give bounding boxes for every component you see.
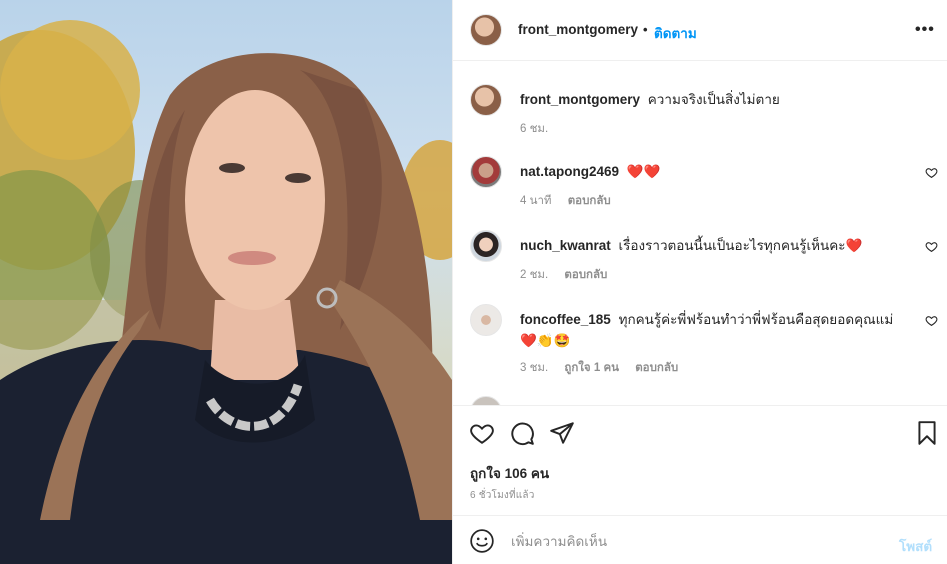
avatar[interactable] [470, 304, 502, 336]
comment-meta: 4 นาที ตอบกลับ [520, 192, 624, 210]
add-comment-bar: โพสต์ [453, 515, 947, 564]
more-options-icon[interactable]: ••• [915, 21, 935, 39]
like-comment-heart-icon[interactable] [925, 240, 938, 253]
caption-body: ความจริงเป็นสิ่งไม่ตาย [647, 92, 780, 107]
comment-meta: 3 ชม. ถูกใจ 1 คน ตอบกลับ [520, 359, 691, 377]
likes-count[interactable]: ถูกใจ 106 คน [470, 462, 549, 484]
like-heart-icon[interactable] [469, 420, 495, 446]
comment-text: nuch_kwanrat เรื่องราวตอนนี้นเป็นอะไรทุก… [520, 235, 910, 256]
like-comment-heart-icon[interactable] [925, 314, 938, 327]
caption-meta: 6 ชม. [520, 120, 561, 138]
comment-body: เรื่องราวตอนนี้นเป็นอะไรทุกคนรู้เห็นคะ❤️ [618, 238, 863, 253]
emoji-icon[interactable] [469, 528, 495, 554]
comment-username[interactable]: foncoffee_185 [520, 312, 611, 327]
comment-username[interactable]: nat.tapong2469 [520, 164, 619, 179]
comment-body: ❤️❤️ [626, 164, 661, 179]
comment-time: 4 นาที [520, 195, 552, 207]
reply-button[interactable]: ตอบกลับ [564, 269, 607, 281]
post-photo[interactable] [0, 0, 452, 564]
comment-likes-count[interactable]: ถูกใจ 1 คน [564, 362, 619, 374]
avatar[interactable] [470, 156, 502, 188]
comment-text: nat.tapong2469 ❤️❤️ [520, 161, 910, 182]
caption-text: front_montgomery ความจริงเป็นสิ่งไม่ตาย [520, 89, 910, 110]
action-bar: ถูกใจ 106 คน 6 ชั่วโมงที่แล้ว [453, 405, 947, 515]
reply-button[interactable]: ตอบกลับ [568, 195, 611, 207]
comment-text: foncoffee_185 ทุกคนรู้ค่ะพี่ฟร้อนทำว่าพี… [520, 309, 910, 351]
photo-illustration [0, 20, 452, 564]
like-comment-heart-icon[interactable] [925, 166, 938, 179]
follow-button[interactable]: ติดตาม [654, 22, 697, 44]
comment-time: 2 ชม. [520, 269, 549, 281]
post-comment-button[interactable]: โพสต์ [899, 535, 932, 557]
comment-time: 3 ชม. [520, 362, 549, 374]
avatar[interactable] [470, 84, 502, 116]
post-header: front_montgomery • ติดตาม ••• [453, 0, 947, 61]
share-paper-plane-icon[interactable] [549, 420, 575, 446]
post-time: 6 ชั่วโมงที่แล้ว [470, 490, 535, 501]
author-username[interactable]: front_montgomery [518, 22, 638, 37]
comment-username[interactable]: nuch_kwanrat [520, 238, 611, 253]
save-bookmark-icon[interactable] [914, 420, 940, 446]
avatar[interactable] [470, 230, 502, 262]
avatar[interactable] [470, 396, 502, 405]
separator-dot: • [643, 22, 648, 37]
avatar[interactable] [470, 14, 502, 46]
comment-bubble-icon[interactable] [509, 420, 535, 446]
comment-input[interactable] [509, 528, 883, 554]
post-detail-panel: front_montgomery • ติดตาม ••• front_mont… [452, 0, 947, 564]
caption-username[interactable]: front_montgomery [520, 92, 640, 107]
caption-time: 6 ชม. [520, 123, 549, 135]
comment-meta: 2 ชม. ตอบกลับ [520, 266, 620, 284]
reply-button[interactable]: ตอบกลับ [635, 362, 678, 374]
comments-list[interactable]: front_montgomery ความจริงเป็นสิ่งไม่ตาย … [453, 61, 947, 405]
